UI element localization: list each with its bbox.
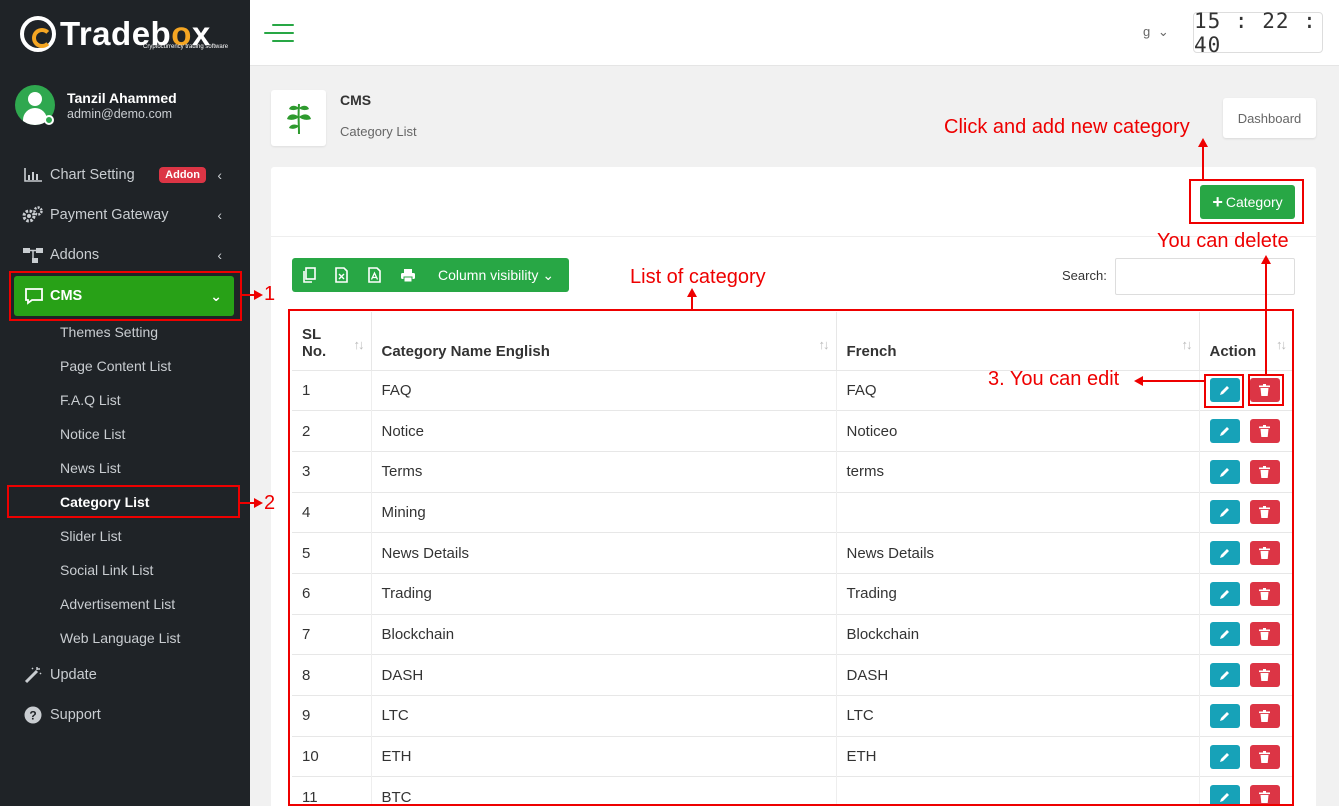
addon-badge: Addon <box>159 167 206 183</box>
annotation-list: List of category <box>630 266 766 288</box>
annotation-arrowhead <box>1261 255 1271 264</box>
leaf-icon <box>271 90 326 146</box>
user-name: Tanzil Ahammed <box>67 90 177 106</box>
bar-chart-icon <box>22 166 44 184</box>
annotation-arrow <box>1142 380 1204 382</box>
annotation-box-category-list <box>7 485 240 518</box>
logo-icon <box>20 16 56 52</box>
sidebar-item-addons[interactable]: Addons ‹ <box>22 243 222 267</box>
search-label: Search: <box>1062 268 1107 283</box>
sidebar-sub-themes-setting[interactable]: Themes Setting <box>60 324 158 340</box>
print-button[interactable] <box>391 258 424 292</box>
sidebar-sub-web-language-list[interactable]: Web Language List <box>60 630 180 646</box>
page-title: CMS <box>340 92 372 108</box>
annotation-box-add-category <box>1189 179 1304 224</box>
sidebar-item-payment-gateway[interactable]: Payment Gateway ‹ <box>22 203 222 227</box>
user-email: admin@demo.com <box>67 107 173 121</box>
sidebar-sub-notice-list[interactable]: Notice List <box>60 426 125 442</box>
print-icon <box>400 268 415 282</box>
sidebar-item-update[interactable]: Update <box>22 663 222 687</box>
gears-icon <box>22 206 44 224</box>
question-icon: ? <box>22 706 44 724</box>
annotation-arrowhead <box>687 288 697 297</box>
sidebar-sub-page-content-list[interactable]: Page Content List <box>60 358 171 374</box>
annotation-step-2: 2 <box>264 492 276 514</box>
chevron-down-icon: ⌄ <box>542 266 555 283</box>
annotation-arrow <box>1202 145 1204 179</box>
annotation-edit: 3. You can edit <box>988 368 1120 390</box>
sitemap-icon <box>22 246 44 264</box>
annotation-box-table <box>288 309 1294 806</box>
copy-button[interactable] <box>292 258 325 292</box>
sidebar-item-support[interactable]: ? Support <box>22 703 222 727</box>
annotation-box-edit <box>1204 374 1244 408</box>
copy-icon <box>302 267 316 283</box>
annotation-add-category: Click and add new category <box>944 116 1190 138</box>
topbar: g ⌄ 15 : 22 : 40 <box>250 0 1339 66</box>
chevron-left-icon: ‹ <box>217 207 222 223</box>
sidebar-sub-advertisement-list[interactable]: Advertisement List <box>60 596 175 612</box>
dashboard-button[interactable]: Dashboard <box>1223 98 1316 138</box>
annotation-delete: You can delete <box>1157 230 1289 252</box>
annotation-arrowhead <box>1134 376 1143 386</box>
hamburger-menu-icon[interactable] <box>264 24 294 42</box>
user-profile[interactable]: Tanzil Ahammed admin@demo.com <box>15 85 177 125</box>
svg-text:?: ? <box>29 709 36 723</box>
brand-tagline: Cryptocurrency trading software <box>143 44 229 50</box>
sidebar-sub-faq-list[interactable]: F.A.Q List <box>60 392 121 408</box>
annotation-arrowhead <box>254 290 263 300</box>
chevron-left-icon: ‹ <box>217 167 222 183</box>
annotation-arrowhead <box>1198 138 1208 147</box>
annotation-arrowhead <box>254 498 263 508</box>
pdf-file-icon <box>368 267 381 283</box>
annotation-arrow <box>691 295 693 309</box>
table-export-toolbar: Column visibility ⌄ <box>292 258 569 292</box>
sidebar-sub-slider-list[interactable]: Slider List <box>60 528 121 544</box>
sidebar-sub-social-link-list[interactable]: Social Link List <box>60 562 153 578</box>
online-status-dot <box>44 115 54 125</box>
pdf-button[interactable] <box>358 258 391 292</box>
page-subtitle: Category List <box>340 124 417 139</box>
chevron-down-icon: ⌄ <box>1157 24 1169 39</box>
sidebar-sub-news-list[interactable]: News List <box>60 460 121 476</box>
column-visibility-button[interactable]: Column visibility ⌄ <box>438 267 554 284</box>
sidebar-item-chart-setting[interactable]: Chart Setting Addon ‹ <box>22 163 222 187</box>
chevron-left-icon: ‹ <box>217 247 222 263</box>
magic-wand-icon <box>22 666 44 684</box>
sidebar: Tradebox Cryptocurrency trading software… <box>0 0 250 806</box>
excel-button[interactable] <box>325 258 358 292</box>
excel-file-icon <box>335 267 348 283</box>
language-select[interactable]: g ⌄ <box>1143 24 1169 40</box>
annotation-box-cms <box>9 271 242 321</box>
clock-display: 15 : 22 : 40 <box>1193 9 1323 57</box>
annotation-step-1: 1 <box>264 283 276 305</box>
